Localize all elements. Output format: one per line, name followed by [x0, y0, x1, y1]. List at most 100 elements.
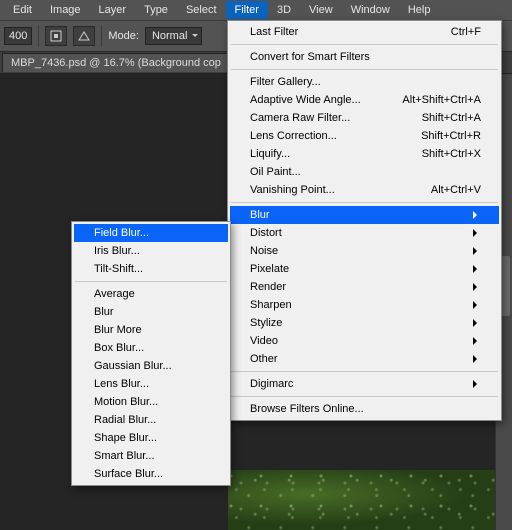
menu-3d[interactable]: 3D [268, 1, 300, 19]
menu-edit[interactable]: Edit [4, 1, 41, 19]
filter_menu-item[interactable]: Filter Gallery... [230, 73, 499, 91]
filter_menu-item[interactable]: Video [230, 332, 499, 350]
filter_menu-item-label: Last Filter [250, 26, 431, 38]
filter_menu-item[interactable]: Distort [230, 224, 499, 242]
blur_submenu-item-label: Box Blur... [94, 342, 210, 354]
filter_menu-item-shortcut: Alt+Shift+Ctrl+A [382, 94, 481, 106]
filter_menu-item-label: Sharpen [250, 299, 465, 311]
filter_menu-item[interactable]: Oil Paint... [230, 163, 499, 181]
filter_menu-item[interactable]: Adaptive Wide Angle...Alt+Shift+Ctrl+A [230, 91, 499, 109]
filter-menu-panel: Last FilterCtrl+F Convert for Smart Filte… [227, 20, 502, 421]
blur_submenu-item[interactable]: Lens Blur... [74, 375, 228, 393]
blur_submenu-item[interactable]: Field Blur... [74, 224, 228, 242]
filter_menu-item[interactable]: Pixelate [230, 260, 499, 278]
filter_menu-item-label: Oil Paint... [250, 166, 481, 178]
filter_menu-item-label: Blur [250, 209, 465, 221]
mode-dropdown[interactable]: Normal [145, 27, 202, 45]
blur_submenu-item[interactable]: Motion Blur... [74, 393, 228, 411]
toolbar-button-1[interactable] [45, 26, 67, 46]
filter_menu-divider [231, 202, 498, 203]
document-image [228, 470, 495, 530]
filter_menu-item-label: Pixelate [250, 263, 465, 275]
filter_menu-item-label: Convert for Smart Filters [250, 51, 481, 63]
blur_submenu-item-label: Gaussian Blur... [94, 360, 210, 372]
filter_menu-item[interactable]: Liquify...Shift+Ctrl+X [230, 145, 499, 163]
blur_submenu-item-label: Iris Blur... [94, 245, 210, 257]
menu-select[interactable]: Select [177, 1, 226, 19]
filter_menu-item-label: Video [250, 335, 465, 347]
filter_menu-divider [231, 69, 498, 70]
blur_submenu-item-label: Motion Blur... [94, 396, 210, 408]
filter_menu-item[interactable]: Digimarc [230, 375, 499, 393]
blur_submenu-item[interactable]: Surface Blur... [74, 465, 228, 483]
blur_submenu-item[interactable]: Shape Blur... [74, 429, 228, 447]
filter_menu-item[interactable]: Render [230, 278, 499, 296]
blur_submenu-item-label: Surface Blur... [94, 468, 210, 480]
blur_submenu-item[interactable]: Smart Blur... [74, 447, 228, 465]
filter_menu-item-label: Adaptive Wide Angle... [250, 94, 382, 106]
filter_menu-item[interactable]: Convert for Smart Filters [230, 48, 499, 66]
filter_menu-divider [231, 396, 498, 397]
menu-view[interactable]: View [300, 1, 342, 19]
blur_submenu-item[interactable]: Blur [74, 303, 228, 321]
blur_submenu-item-label: Tilt-Shift... [94, 263, 210, 275]
filter_menu-item[interactable]: Other [230, 350, 499, 368]
filter_menu-item-label: Render [250, 281, 465, 293]
menu-filter[interactable]: Filter [226, 1, 268, 19]
toolbar-button-2[interactable] [73, 26, 95, 46]
filter_menu-item[interactable]: Last FilterCtrl+F [230, 23, 499, 41]
toolbar-value-field[interactable]: 400 [4, 27, 32, 45]
filter_menu-item[interactable]: Blur [230, 206, 499, 224]
filter_menu-item-label: Noise [250, 245, 465, 257]
filter_menu-item-label: Distort [250, 227, 465, 239]
filter_menu-divider [231, 371, 498, 372]
menubar: Edit Image Layer Type Select Filter 3D V… [0, 0, 512, 20]
blur_submenu-item-label: Blur [94, 306, 210, 318]
filter_menu-item-label: Lens Correction... [250, 130, 401, 142]
menu-window[interactable]: Window [342, 1, 399, 19]
blur_submenu-item-label: Shape Blur... [94, 432, 210, 444]
filter_menu-item-label: Stylize [250, 317, 465, 329]
blur_submenu-item-label: Blur More [94, 324, 210, 336]
blur_submenu-item[interactable]: Tilt-Shift... [74, 260, 228, 278]
filter_menu-item-shortcut: Shift+Ctrl+X [402, 148, 481, 160]
tool-icon [49, 29, 63, 43]
filter_menu-item-label: Filter Gallery... [250, 76, 481, 88]
blur_submenu-divider [75, 281, 227, 282]
blur_submenu-item[interactable]: Radial Blur... [74, 411, 228, 429]
filter_menu-item[interactable]: Vanishing Point...Alt+Ctrl+V [230, 181, 499, 199]
filter_menu-item-label: Liquify... [250, 148, 402, 160]
filter_menu-item-shortcut: Shift+Ctrl+R [401, 130, 481, 142]
toolbar-separator [38, 25, 39, 47]
filter_menu-item[interactable]: Lens Correction...Shift+Ctrl+R [230, 127, 499, 145]
blur_submenu-item[interactable]: Box Blur... [74, 339, 228, 357]
blur_submenu-item-label: Average [94, 288, 210, 300]
blur_submenu-item[interactable]: Blur More [74, 321, 228, 339]
blur_submenu-item[interactable]: Average [74, 285, 228, 303]
filter_menu-item[interactable]: Sharpen [230, 296, 499, 314]
filter_menu-item[interactable]: Camera Raw Filter...Shift+Ctrl+A [230, 109, 499, 127]
filter_menu-item-label: Camera Raw Filter... [250, 112, 402, 124]
filter_menu-item-shortcut: Ctrl+F [431, 26, 481, 38]
filter_menu-item-shortcut: Shift+Ctrl+A [402, 112, 481, 124]
filter_menu-item-label: Browse Filters Online... [250, 403, 481, 415]
filter_menu-item-label: Other [250, 353, 465, 365]
blur_submenu-item-label: Radial Blur... [94, 414, 210, 426]
blur_submenu-item[interactable]: Iris Blur... [74, 242, 228, 260]
menu-type[interactable]: Type [135, 1, 177, 19]
mode-label: Mode: [108, 30, 139, 42]
blur_submenu-item[interactable]: Gaussian Blur... [74, 357, 228, 375]
menu-layer[interactable]: Layer [90, 1, 136, 19]
filter_menu-item-label: Vanishing Point... [250, 184, 411, 196]
menu-image[interactable]: Image [41, 1, 90, 19]
filter_menu-item[interactable]: Noise [230, 242, 499, 260]
blur_submenu-item-label: Lens Blur... [94, 378, 210, 390]
blur-submenu-panel: Field Blur... Iris Blur... Tilt-Shift... Av… [71, 221, 231, 486]
filter_menu-item[interactable]: Stylize [230, 314, 499, 332]
menu-help[interactable]: Help [399, 1, 440, 19]
document-tab[interactable]: MBP_7436.psd @ 16.7% (Background cop [2, 53, 230, 72]
filter_menu-divider [231, 44, 498, 45]
blur_submenu-item-label: Field Blur... [94, 227, 210, 239]
filter_menu-item[interactable]: Browse Filters Online... [230, 400, 499, 418]
blur_submenu-item-label: Smart Blur... [94, 450, 210, 462]
